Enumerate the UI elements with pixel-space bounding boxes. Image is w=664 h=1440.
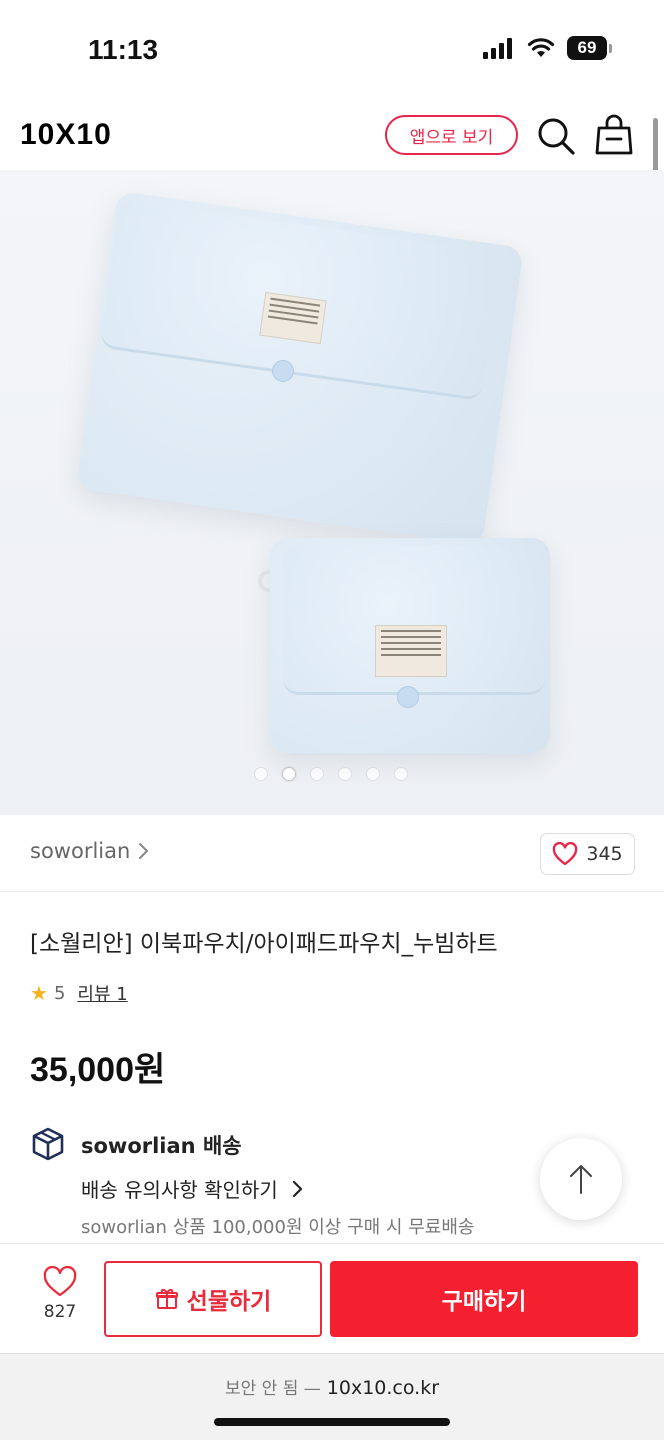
carousel-dot-active[interactable] — [282, 767, 296, 781]
security-warning: 보안 안 됨 — — [224, 1379, 321, 1399]
search-icon[interactable] — [536, 116, 576, 156]
carousel-dot[interactable] — [338, 767, 352, 781]
rating-row: ★ 5 리뷰 1 — [30, 980, 128, 1006]
browser-url-bar[interactable]: 보안 안 됨 — 10x10.co.kr — [0, 1353, 664, 1440]
package-icon — [32, 1127, 64, 1161]
wifi-icon — [527, 38, 555, 57]
pouch-label — [375, 625, 447, 677]
status-bar: 11:13 69 — [0, 0, 664, 100]
scroll-top-button[interactable] — [540, 1138, 622, 1220]
rating-value: 5 — [53, 982, 66, 1004]
carousel-dot[interactable] — [366, 767, 380, 781]
chevron-right-icon — [139, 843, 149, 859]
wishlist-count: 827 — [43, 1302, 77, 1322]
arrow-up-icon — [570, 1165, 592, 1194]
brand-like-button[interactable]: 345 — [540, 833, 635, 875]
brand-like-count: 345 — [586, 843, 623, 865]
pouch-snap — [272, 360, 294, 382]
carousel-dot[interactable] — [310, 767, 324, 781]
site-logo[interactable]: 10X10 — [20, 118, 112, 152]
chevron-right-icon — [292, 1180, 302, 1197]
url-display[interactable]: 보안 안 됨 — 10x10.co.kr — [0, 1374, 664, 1399]
gift-button[interactable]: 선물하기 — [104, 1261, 322, 1337]
url-domain: 10x10.co.kr — [326, 1377, 440, 1399]
brand-name: soworlian — [30, 839, 131, 863]
purchase-bar: 827 선물하기 구매하기 — [0, 1243, 664, 1353]
review-link[interactable]: 리뷰 1 — [77, 980, 127, 1006]
product-image[interactable] — [0, 170, 664, 815]
signal-icon — [483, 38, 512, 59]
free-shipping-info: soworlian 상품 100,000원 이상 구매 시 무료배송 — [81, 1217, 475, 1238]
header: 10X10 앱으로 보기 — [0, 100, 664, 170]
status-icons: 69 — [483, 36, 612, 60]
brand-link[interactable]: soworlian — [30, 839, 150, 863]
heart-icon — [553, 842, 578, 866]
brand-row: soworlian 345 — [0, 815, 664, 892]
home-indicator[interactable] — [214, 1418, 450, 1426]
battery-icon: 69 — [567, 36, 612, 60]
star-icon: ★ — [30, 981, 48, 1005]
gift-button-label: 선물하기 — [186, 1289, 272, 1315]
wishlist-button[interactable]: 827 — [30, 1266, 90, 1336]
heart-icon — [43, 1266, 77, 1297]
pouch-snap — [397, 686, 419, 708]
carousel-dots — [254, 767, 408, 781]
shipping-title: soworlian 배송 — [81, 1134, 242, 1158]
carousel-dot[interactable] — [254, 767, 268, 781]
product-title: [소월리안] 이북파우치/아이패드파우치_누빔하트 — [30, 931, 498, 957]
open-app-button[interactable]: 앱으로 보기 — [385, 115, 518, 155]
shipping-notice-label: 배송 유의사항 확인하기 — [81, 1178, 278, 1202]
status-time: 11:13 — [88, 34, 159, 65]
battery-level: 69 — [567, 36, 607, 60]
shopping-bag-icon[interactable] — [594, 114, 634, 156]
product-price: 35,000원 — [30, 1051, 166, 1089]
shipping-notice-link[interactable]: 배송 유의사항 확인하기 — [81, 1174, 304, 1203]
carousel-dot[interactable] — [394, 767, 408, 781]
gift-icon — [155, 1289, 178, 1309]
buy-button[interactable]: 구매하기 — [330, 1261, 638, 1337]
pouch-label — [259, 291, 327, 345]
